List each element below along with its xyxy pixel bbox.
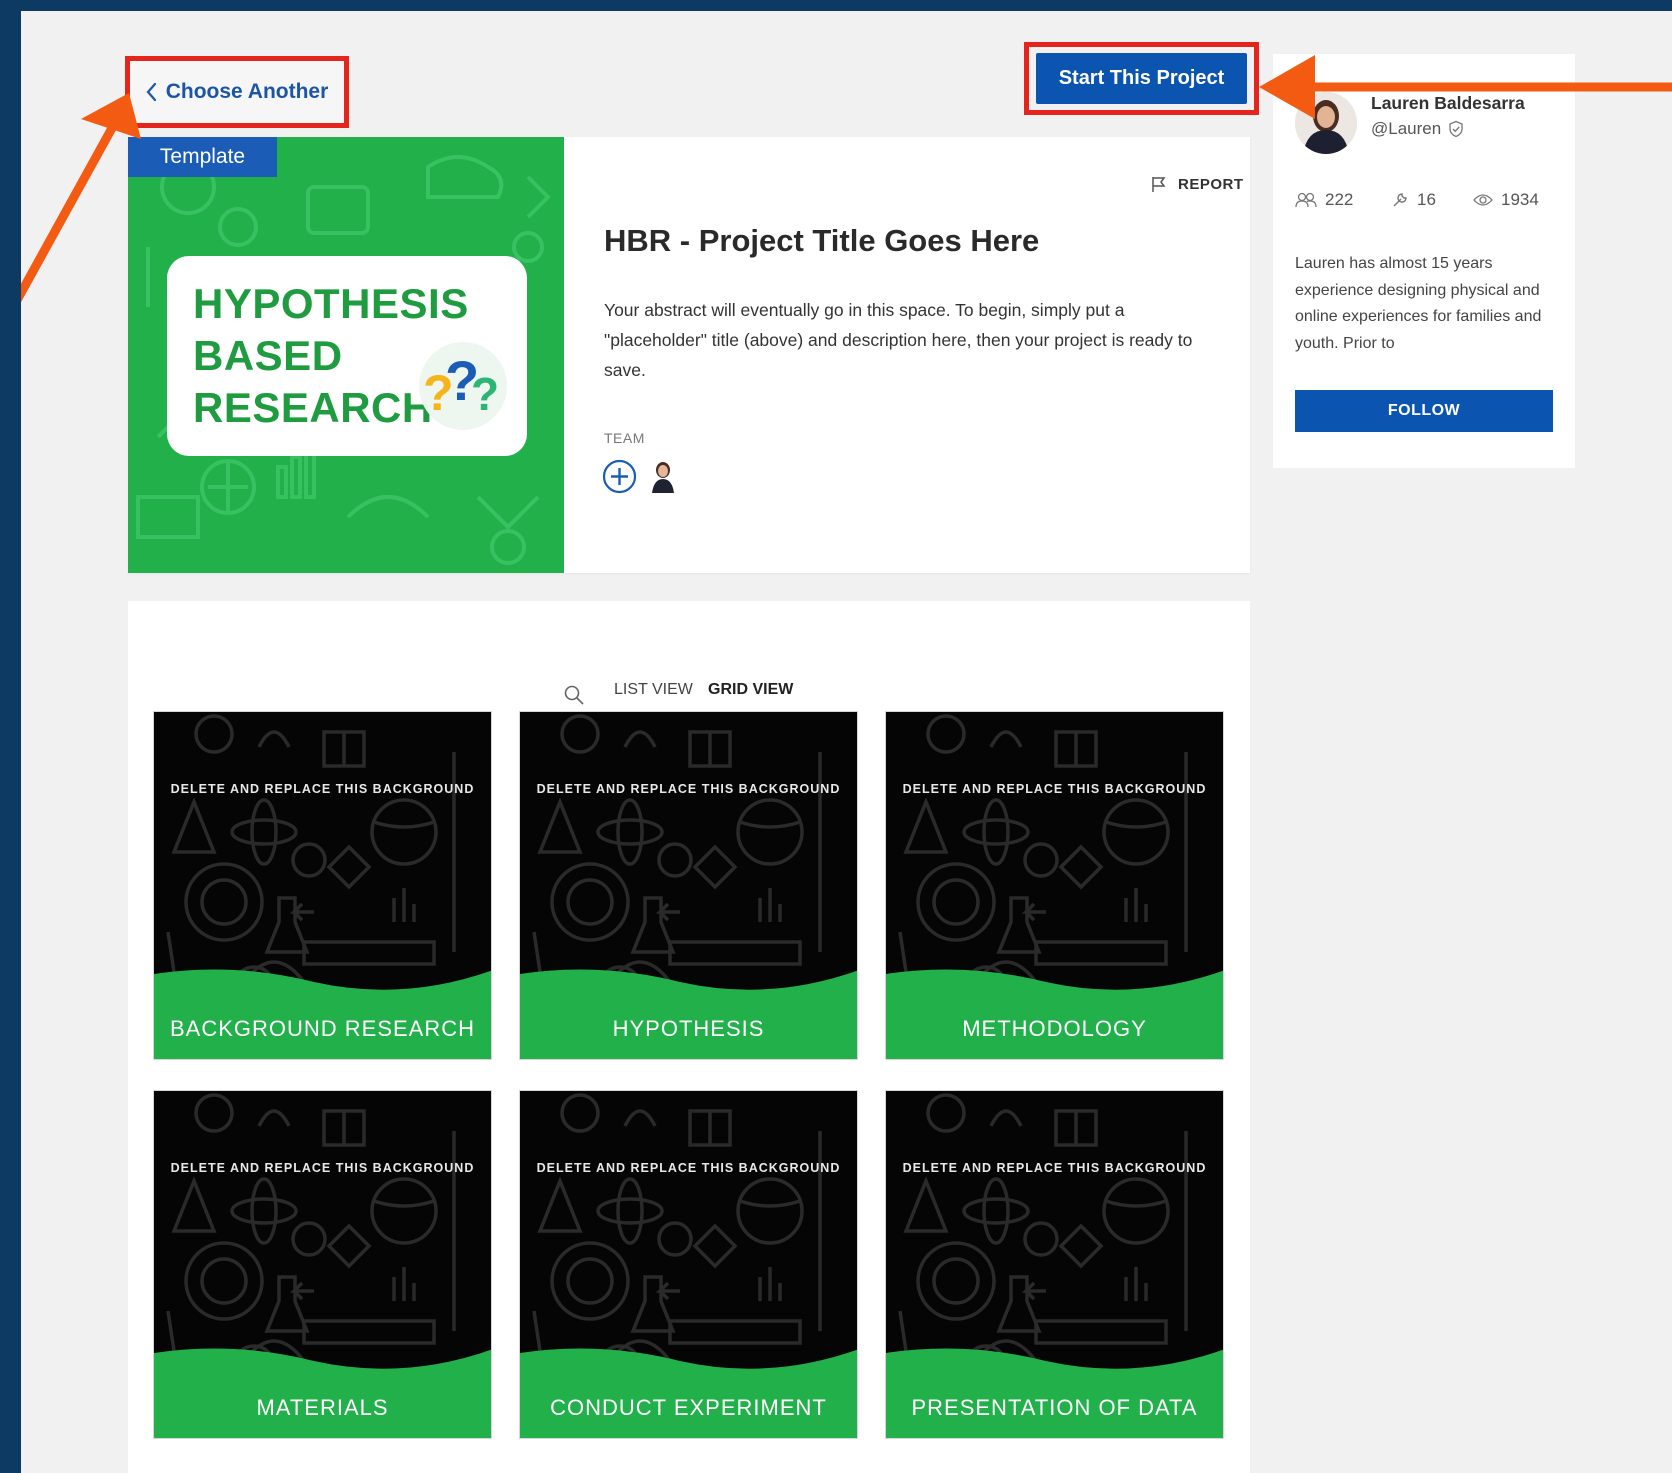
tile-placeholder-note: DELETE AND REPLACE THIS BACKGROUND bbox=[902, 782, 1207, 796]
step-tile[interactable]: DELETE AND REPLACE THIS BACKGROUND METHO… bbox=[885, 711, 1224, 1060]
step-tile[interactable]: DELETE AND REPLACE THIS BACKGROUND MATER… bbox=[153, 1090, 492, 1439]
project-abstract: Your abstract will eventually go in this… bbox=[604, 300, 1193, 380]
avatar[interactable] bbox=[1295, 92, 1357, 154]
tile-title: PRESENTATION OF DATA bbox=[911, 1395, 1198, 1420]
views-count: 1934 bbox=[1501, 190, 1539, 209]
plus-circle-icon[interactable] bbox=[602, 459, 637, 494]
green-wave bbox=[520, 969, 857, 1059]
choose-another-link[interactable]: Choose Another bbox=[125, 56, 349, 128]
page-canvas: Choose Another Start This Project Templa… bbox=[21, 11, 1672, 1473]
verified-icon bbox=[1449, 120, 1463, 138]
green-wave bbox=[886, 969, 1223, 1059]
views-stat: 1934 bbox=[1473, 190, 1539, 210]
template-badge: Template bbox=[128, 137, 277, 177]
team-label: TEAM bbox=[604, 430, 645, 446]
followers-stat: 222 bbox=[1295, 190, 1353, 210]
step-tile[interactable]: DELETE AND REPLACE THIS BACKGROUND PRESE… bbox=[885, 1090, 1224, 1439]
project-cover-image: Template HYPOTHESIS BASED RESEARCH ? ? ? bbox=[128, 137, 564, 573]
tile-placeholder-note: DELETE AND REPLACE THIS BACKGROUND bbox=[902, 1161, 1207, 1175]
report-label: REPORT bbox=[1178, 175, 1244, 193]
svg-text:?: ? bbox=[471, 368, 499, 420]
author-bio: Lauren has almost 15 years experience de… bbox=[1295, 255, 1542, 352]
followers-count: 222 bbox=[1325, 190, 1354, 209]
green-wave bbox=[520, 1348, 857, 1438]
tile-placeholder-note: DELETE AND REPLACE THIS BACKGROUND bbox=[170, 1161, 475, 1175]
author-handle-text: @Lauren bbox=[1371, 119, 1442, 138]
green-wave bbox=[154, 969, 491, 1059]
chevron-left-icon bbox=[146, 82, 156, 102]
question-marks-icon: ? ? ? bbox=[419, 342, 507, 430]
tile-placeholder-note: DELETE AND REPLACE THIS BACKGROUND bbox=[170, 782, 475, 796]
tile-title: CONDUCT EXPERIMENT bbox=[550, 1395, 827, 1420]
project-hero-card: Template HYPOTHESIS BASED RESEARCH ? ? ? bbox=[128, 137, 1250, 573]
projects-stat: 16 bbox=[1391, 190, 1436, 210]
team-member-avatar[interactable] bbox=[648, 459, 678, 493]
tile-title: METHODOLOGY bbox=[962, 1016, 1147, 1041]
eye-icon bbox=[1473, 194, 1493, 206]
cover-title-line-1: HYPOTHESIS bbox=[193, 280, 469, 327]
step-tile[interactable]: DELETE AND REPLACE THIS BACKGROUND HYPOT… bbox=[519, 711, 858, 1060]
author-photo bbox=[1295, 92, 1357, 154]
cover-title-box: HYPOTHESIS BASED RESEARCH ? ? ? bbox=[167, 256, 527, 456]
search-icon[interactable] bbox=[563, 684, 585, 706]
step-tile[interactable]: DELETE AND REPLACE THIS BACKGROUND CONDU… bbox=[519, 1090, 858, 1439]
follow-button[interactable]: FOLLOW bbox=[1295, 390, 1553, 432]
choose-another-label: Choose Another bbox=[165, 80, 329, 103]
tile-placeholder-note: DELETE AND REPLACE THIS BACKGROUND bbox=[536, 1161, 841, 1175]
step-tile[interactable]: DELETE AND REPLACE THIS BACKGROUND BACKG… bbox=[153, 711, 492, 1060]
author-card: Lauren Baldesarra @Lauren 222 16 1934 La… bbox=[1273, 54, 1575, 468]
tile-title: MATERIALS bbox=[256, 1395, 389, 1420]
flag-icon bbox=[1152, 177, 1166, 192]
tile-title: HYPOTHESIS bbox=[612, 1016, 765, 1041]
tab-grid-view[interactable]: GRID VIEW bbox=[708, 681, 793, 699]
report-link[interactable]: REPORT bbox=[1150, 175, 1244, 193]
start-project-button[interactable]: Start This Project bbox=[1036, 53, 1247, 104]
projects-count: 16 bbox=[1417, 190, 1436, 209]
project-steps-panel: LIST VIEW GRID VIEW DELETE AND REPLACE T… bbox=[128, 601, 1250, 1473]
author-handle: @Lauren bbox=[1371, 119, 1465, 139]
project-title: HBR - Project Title Goes Here bbox=[604, 223, 1040, 258]
tab-list-view[interactable]: LIST VIEW bbox=[614, 681, 693, 699]
users-icon bbox=[1295, 192, 1317, 208]
green-wave bbox=[154, 1348, 491, 1438]
green-wave bbox=[886, 1348, 1223, 1438]
arrow-to-choose-another bbox=[21, 116, 121, 303]
wrench-icon bbox=[1393, 193, 1407, 207]
author-name[interactable]: Lauren Baldesarra bbox=[1371, 93, 1525, 114]
start-project-highlight: Start This Project bbox=[1024, 42, 1259, 115]
tile-title: BACKGROUND RESEARCH bbox=[169, 1016, 476, 1041]
tile-placeholder-note: DELETE AND REPLACE THIS BACKGROUND bbox=[536, 782, 841, 796]
